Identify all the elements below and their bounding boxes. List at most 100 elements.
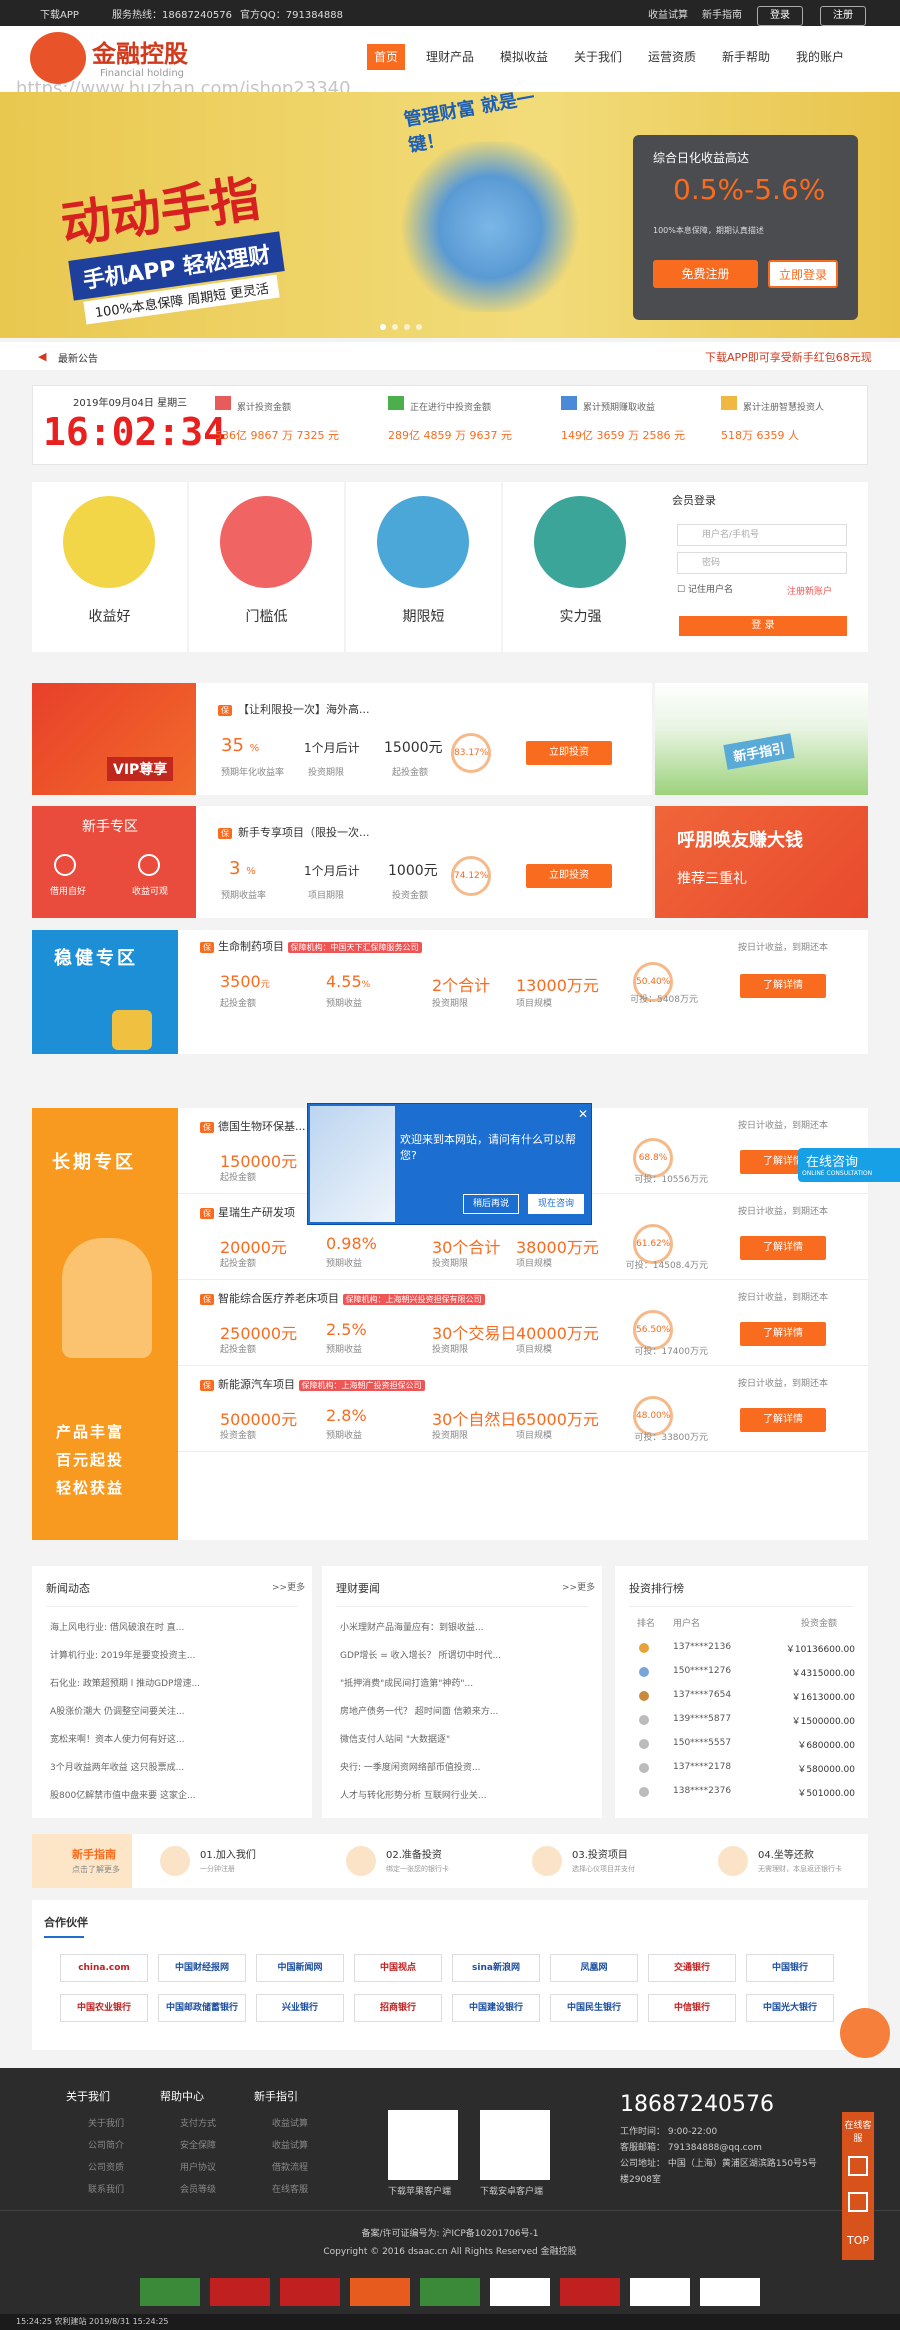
nav-simulate[interactable]: 模拟收益 (494, 44, 554, 70)
newbie-guide-banner[interactable]: 新手指引 (655, 683, 868, 795)
online-service-button[interactable]: 在线客服 (844, 2118, 872, 2144)
slider-dots[interactable] (380, 324, 430, 330)
long-product-value: 30个合计 (432, 1238, 501, 1257)
partner-logo[interactable]: 中国新闻网 (256, 1954, 344, 1982)
long-product-label: 项目规模 (516, 1431, 553, 1441)
feature-card: 收益好 (32, 482, 187, 652)
partner-logo[interactable]: 中国邮政储蓄银行 (158, 1994, 246, 2022)
nav-qualification[interactable]: 运营资质 (642, 44, 702, 70)
partner-logo[interactable]: 中信银行 (648, 1994, 736, 2022)
nav-products[interactable]: 理财产品 (420, 44, 480, 70)
consult-now-button[interactable]: 现在咨询 (528, 1194, 584, 1214)
long-product-title: 保德国生物环保基... (200, 1118, 306, 1134)
long-product-note: 按日计收益，到期还本 (738, 1207, 829, 1217)
news-more-link[interactable]: >>更多 (272, 1580, 305, 1593)
footer-link[interactable]: 会员等级 (180, 2182, 216, 2195)
partner-logo[interactable]: 交通银行 (648, 1954, 736, 1982)
nav-account[interactable]: 我的账户 (790, 44, 850, 70)
footer-link[interactable]: 关于我们 (88, 2116, 124, 2129)
medal-icon (639, 1787, 649, 1797)
footer-link[interactable]: 公司资质 (88, 2160, 124, 2173)
partner-logo[interactable]: 中国银行 (746, 1954, 834, 1982)
footer-link[interactable]: 收益试算 (272, 2116, 308, 2129)
online-consult-button[interactable]: 在线咨询 ONLINE CONSULTATION (798, 1148, 900, 1182)
list-item[interactable]: "抵押消费"成民间打造第"神药"... (340, 1670, 590, 1698)
back-to-top-button[interactable]: TOP (844, 2234, 872, 2247)
footer-link[interactable]: 在线客服 (272, 2182, 308, 2195)
mgmt-more-link[interactable]: >>更多 (562, 1580, 595, 1593)
footer-link[interactable]: 支付方式 (180, 2116, 216, 2129)
ios-download-label: 下载苹果客户端 (388, 2187, 452, 2197)
partner-logo[interactable]: 中国光大银行 (746, 1994, 834, 2022)
list-item[interactable]: 3个月收益两年收益 这只股票成... (50, 1754, 300, 1782)
footer-col-about: 关于我们 (66, 2090, 110, 2103)
partner-logo[interactable]: 中国财经报网 (158, 1954, 246, 1982)
username-input[interactable]: 用户名/手机号 (677, 524, 847, 546)
partner-logo[interactable]: 中国民生银行 (550, 1994, 638, 2022)
list-item[interactable]: 计算机行业: 2019年是要变投资主... (50, 1642, 300, 1670)
partner-logo[interactable]: 兴业银行 (256, 1994, 344, 2022)
list-item[interactable]: 石化业: 政策超预期 l 推动GDP增速... (50, 1670, 300, 1698)
list-item[interactable]: 股800亿解禁市值中盘来要 这家企... (50, 1782, 300, 1810)
step-title: 01.加入我们 (200, 1850, 256, 1861)
list-item[interactable]: 海上风电行业: 借风破浪在时 直... (50, 1614, 300, 1642)
feature-card: 实力强 (503, 482, 658, 652)
partner-logo[interactable]: china.com (60, 1954, 148, 1982)
remember-checkbox[interactable]: ☐ 记住用户名 (677, 582, 733, 595)
list-item[interactable]: A股涨价潮大 仍调整空间要关注... (50, 1698, 300, 1726)
list-item[interactable]: GDP增长 = 收入增长？ 所谓切中时代... (340, 1642, 590, 1670)
rank-row: 150****1276 ￥4315000.00 (629, 1660, 859, 1684)
nav-about[interactable]: 关于我们 (568, 44, 628, 70)
notice-promo[interactable]: 下载APP即可享受新手红包68元现 (705, 349, 872, 365)
newbie-invest-button[interactable]: 立即投资 (526, 864, 612, 888)
password-input[interactable]: 密码 (677, 552, 847, 574)
footer-link[interactable]: 用户协议 (180, 2160, 216, 2173)
long-product-label: 投资期限 (432, 1259, 469, 1269)
footer-link[interactable]: 借款流程 (272, 2160, 308, 2173)
close-icon[interactable]: ✕ (578, 1107, 588, 1121)
long-product-row: 保智能综合医疗养老床项目 保障机构：上海朝兴投资担保有限公司 250000元 起投金… (178, 1280, 868, 1366)
calc-link[interactable]: 收益试算 (648, 6, 688, 21)
footer-link[interactable]: 收益试算 (272, 2138, 308, 2151)
footer-link[interactable]: 安全保障 (180, 2138, 216, 2151)
guide-link[interactable]: 新手指南 (702, 6, 742, 21)
list-item[interactable]: 宽松来啊！资本人使力何有好这... (50, 1726, 300, 1754)
partner-logo[interactable]: 招商银行 (354, 1994, 442, 2022)
partner-logo[interactable]: 凤凰网 (550, 1954, 638, 1982)
instant-login-button[interactable]: 立即登录 (768, 260, 838, 288)
partner-logo[interactable]: sina新浪网 (452, 1954, 540, 1982)
long-product-value: 150000元 (220, 1152, 298, 1171)
nav-home[interactable]: 首页 (367, 44, 405, 70)
calculator-icon[interactable] (848, 2192, 868, 2212)
mascot-icon[interactable] (840, 2008, 890, 2058)
long-product-detail-button[interactable]: 了解详情 (740, 1236, 826, 1260)
list-item[interactable]: 微信支付人站间 "大数据逐" (340, 1726, 590, 1754)
footer-link[interactable]: 公司简介 (88, 2138, 124, 2151)
partner-logo[interactable]: 中国建设银行 (452, 1994, 540, 2022)
long-product-detail-button[interactable]: 了解详情 (740, 1408, 826, 1432)
rank-amount: ￥10136600.00 (785, 1645, 855, 1655)
partner-logo[interactable]: 中国农业银行 (60, 1994, 148, 2022)
partner-logo[interactable]: 中国视点 (354, 1954, 442, 1982)
login-button[interactable]: 登录 (757, 6, 803, 26)
list-item[interactable]: 房地产债务一代？ 超时间面 信赖来方... (340, 1698, 590, 1726)
later-button[interactable]: 稍后再说 (463, 1194, 519, 1214)
list-item[interactable]: 央行: 一季度闲资网络部币值投资... (340, 1754, 590, 1782)
footer-link[interactable]: 联系我们 (88, 2182, 124, 2195)
referral-banner[interactable]: 呼朋唤友赚大钱 推荐三重礼 (655, 806, 868, 918)
nav-help[interactable]: 新手帮助 (716, 44, 776, 70)
list-item[interactable]: 小米理财产品海量应有：到银收益... (340, 1614, 590, 1642)
download-app-link[interactable]: 下载APP (40, 6, 79, 21)
register-link[interactable]: 注册新账户 (787, 584, 832, 597)
steady-rate-label: 预期收益 (326, 999, 363, 1009)
login-submit-button[interactable]: 登 录 (679, 616, 847, 636)
long-product-detail-button[interactable]: 了解详情 (740, 1322, 826, 1346)
vip-invest-button[interactable]: 立即投资 (526, 741, 612, 765)
list-item[interactable]: 人才与转化形势分析 互联网行业关... (340, 1782, 590, 1810)
rank-row: 150****5557 ￥680000.00 (629, 1732, 859, 1756)
register-button[interactable]: 注册 (820, 6, 866, 26)
phone-icon[interactable] (848, 2156, 868, 2176)
steady-detail-button[interactable]: 了解详情 (740, 974, 826, 998)
steps-sub[interactable]: 点击了解更多 (72, 1864, 120, 1875)
free-register-button[interactable]: 免费注册 (653, 260, 758, 288)
